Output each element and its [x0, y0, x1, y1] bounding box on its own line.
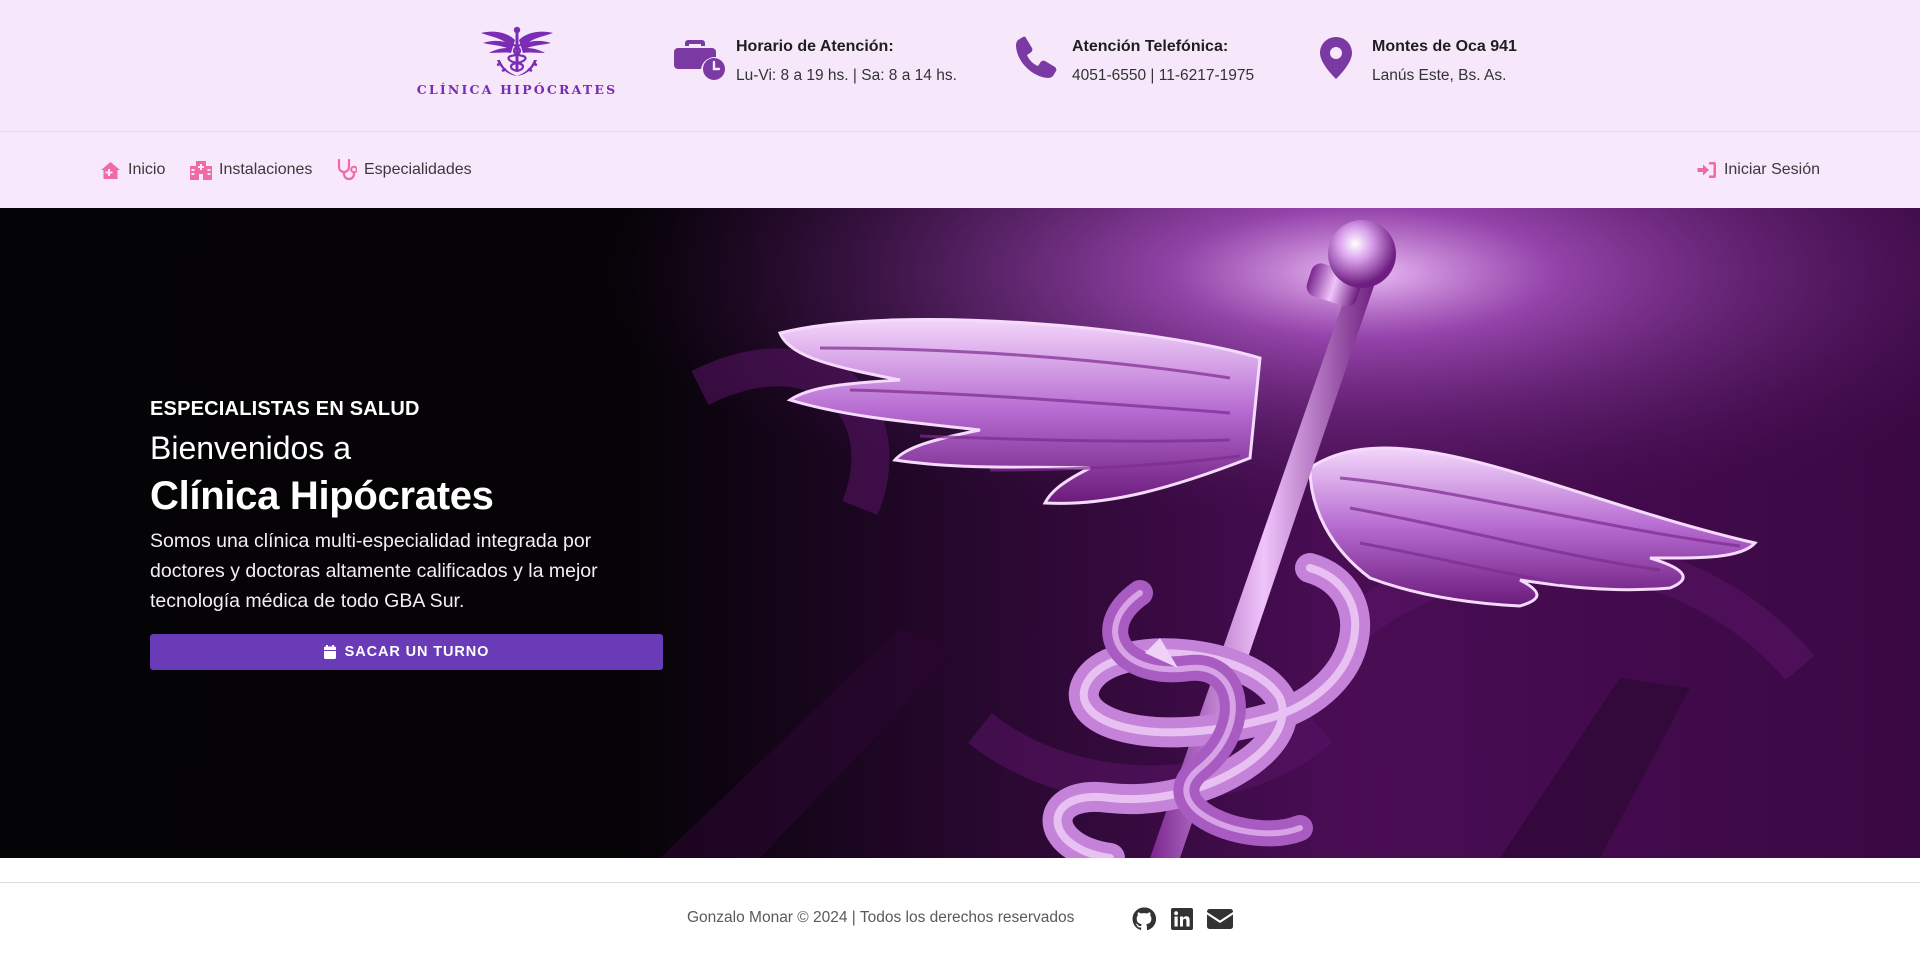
book-appointment-button[interactable]: SACAR UN TURNO — [150, 634, 663, 670]
caduceus-logo-icon — [481, 26, 553, 76]
login-link[interactable]: Iniciar Sesión — [1697, 158, 1820, 182]
hours-title: Horario de Atención: — [736, 38, 894, 55]
hero-description: Somos una clínica multi-especialidad int… — [150, 530, 598, 612]
map-pin-icon — [1310, 36, 1362, 82]
home-icon — [101, 161, 120, 179]
hero-title: Clínica Hipócrates — [150, 474, 494, 518]
copyright-text: Gonzalo Monar © 2024 | Todos los derecho… — [687, 909, 1075, 926]
phone-info: Atención Telefónica: 4051-6550 | 11-6217… — [1010, 36, 1254, 87]
nav-label-inicio: Inicio — [128, 161, 166, 178]
nav-item-inicio[interactable]: Inicio — [100, 158, 165, 182]
brand-name: CLÍNICA HIPÓCRATES — [416, 82, 618, 97]
login-label: Iniciar Sesión — [1723, 161, 1820, 178]
address-value: Lanús Este, Bs. As. — [1372, 67, 1507, 84]
nav-item-especialidades[interactable]: Especialidades — [337, 158, 472, 182]
phone-title: Atención Telefónica: — [1072, 38, 1229, 55]
main-navbar: Inicio Instalaciones Especialidades Inic… — [0, 132, 1920, 208]
brand-logo[interactable]: CLÍNICA HIPÓCRATES — [417, 26, 615, 104]
hospital-icon — [190, 161, 212, 180]
stethoscope-icon — [337, 159, 357, 181]
hero-banner: ESPECIALISTAS EN SALUD Bienvenidos a Clí… — [0, 208, 1920, 858]
phone-value[interactable]: 4051-6550 | 11-6217-1975 — [1072, 65, 1254, 87]
nav-item-instalaciones[interactable]: Instalaciones — [190, 158, 312, 182]
address-title: Montes de Oca 941 — [1372, 38, 1517, 55]
nav-label-instalaciones: Instalaciones — [219, 161, 313, 178]
calendar-icon — [323, 645, 336, 659]
hero-subtitle: Bienvenidos a — [150, 430, 352, 466]
page-footer: Gonzalo Monar © 2024 | Todos los derecho… — [0, 882, 1920, 963]
hours-value: Lu-Vi: 8 a 19 hs. | Sa: 8 a 14 hs. — [736, 67, 957, 84]
sign-in-icon — [1697, 162, 1716, 178]
nav-label-especialidades: Especialidades — [364, 161, 472, 178]
top-info-bar: CLÍNICA HIPÓCRATES Horario de Atención: … — [0, 0, 1920, 132]
business-hours: Horario de Atención: Lu-Vi: 8 a 19 hs. |… — [674, 36, 957, 87]
email-icon[interactable] — [1206, 905, 1234, 933]
github-icon[interactable] — [1130, 905, 1158, 933]
hero-eyebrow: ESPECIALISTAS EN SALUD — [150, 398, 420, 420]
book-appointment-label: SACAR UN TURNO — [344, 644, 490, 660]
address-info: Montes de Oca 941 Lanús Este, Bs. As. — [1310, 36, 1517, 87]
phone-icon — [1010, 36, 1062, 82]
linkedin-icon[interactable] — [1168, 905, 1196, 933]
briefcase-clock-icon — [674, 36, 726, 82]
hero-text: ESPECIALISTAS EN SALUD Bienvenidos a Clí… — [150, 396, 670, 616]
